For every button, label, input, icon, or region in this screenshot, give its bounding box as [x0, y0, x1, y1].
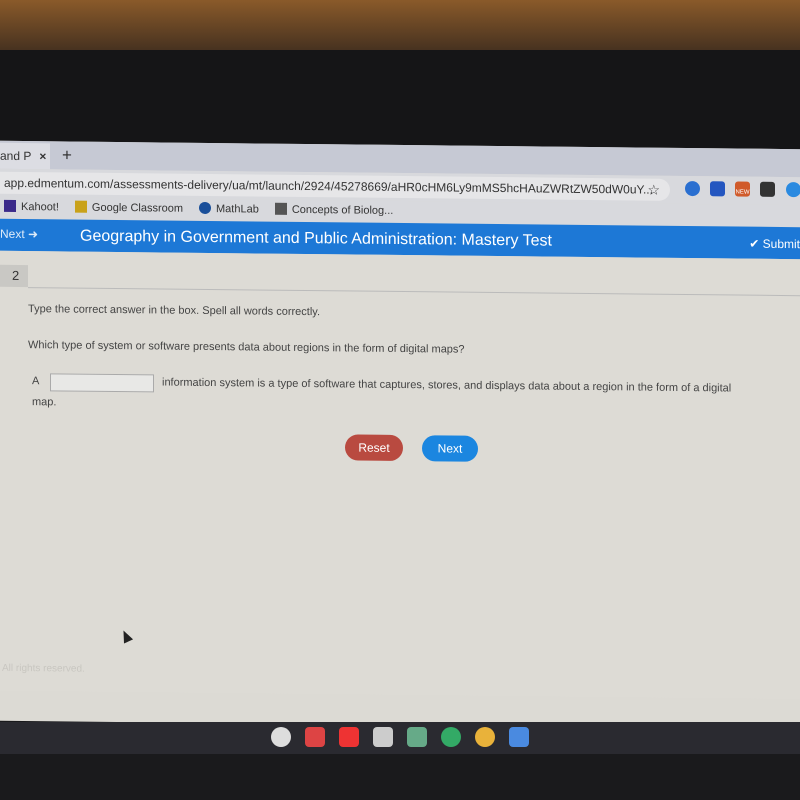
- gmail-icon[interactable]: [305, 727, 325, 747]
- mathlab-icon: [199, 201, 212, 215]
- extension-c-icon[interactable]: [710, 181, 725, 197]
- check-icon: ✔: [749, 236, 760, 251]
- files-icon[interactable]: [373, 727, 393, 747]
- answer-input[interactable]: [50, 373, 154, 393]
- sentence-end: information system is a type of software…: [162, 376, 732, 395]
- laptop-bezel: [0, 50, 800, 150]
- sentence-wrap: map.: [32, 396, 57, 409]
- footer-copyright: All rights reserved.: [2, 662, 85, 675]
- book-icon: [274, 202, 287, 215]
- chrome-icon[interactable]: [475, 727, 495, 747]
- address-bar[interactable]: app.edmentum.com/assessments-delivery/ua…: [0, 171, 670, 201]
- docs-icon[interactable]: [509, 727, 529, 747]
- bookmark-star-icon[interactable]: ☆: [647, 182, 660, 199]
- bookmark-label: Google Classroom: [91, 201, 184, 215]
- url-text: app.edmentum.com/assessments-delivery/ua…: [4, 175, 653, 197]
- next-label: Next: [0, 226, 25, 242]
- classroom-icon: [74, 200, 87, 213]
- arrow-right-icon: ➜: [28, 227, 39, 242]
- submit-button[interactable]: ✔ Submit: [749, 237, 800, 252]
- header-next-button[interactable]: Next ➜: [0, 227, 38, 241]
- question-prompt: Which type of system or software present…: [28, 339, 465, 356]
- youtube-icon[interactable]: [339, 727, 359, 747]
- browser-tab[interactable]: and P ×: [0, 142, 50, 170]
- new-tab-button[interactable]: +: [62, 145, 72, 165]
- reset-button[interactable]: Reset: [345, 434, 403, 462]
- extension-icon[interactable]: [685, 180, 700, 197]
- bookmark-mathlab[interactable]: MathLab: [199, 201, 259, 219]
- question-number[interactable]: 2: [0, 264, 28, 288]
- divider: [28, 287, 800, 297]
- bookmark-google-classroom[interactable]: Google Classroom: [74, 200, 184, 218]
- screen: and P × + app.edmentum.com/assessments-de…: [0, 140, 800, 730]
- extension-person-icon[interactable]: [760, 181, 775, 197]
- bookmark-kahoot[interactable]: Kahoot!: [4, 199, 59, 217]
- kahoot-icon: [4, 199, 16, 212]
- bookmark-label: Concepts of Biolog...: [291, 203, 394, 217]
- tab-title: and P: [0, 148, 32, 164]
- taskbar: [0, 722, 800, 754]
- instruction-text: Type the correct answer in the box. Spel…: [28, 303, 321, 319]
- bookmark-label: MathLab: [216, 203, 259, 216]
- next-button[interactable]: Next: [422, 435, 478, 462]
- sentence-start: A: [32, 375, 40, 388]
- bookmark-concepts-biology[interactable]: Concepts of Biolog...: [274, 202, 394, 220]
- page-title: Geography in Government and Public Admin…: [80, 227, 552, 250]
- camera-app-icon[interactable]: [271, 727, 291, 747]
- play-store-icon[interactable]: [441, 727, 461, 747]
- bookmark-label: Kahoot!: [21, 201, 59, 214]
- profile-icon[interactable]: [786, 182, 800, 198]
- classroom-app-icon[interactable]: [407, 727, 427, 747]
- extension-new-icon[interactable]: NEW: [735, 181, 750, 197]
- close-tab-icon[interactable]: ×: [39, 149, 46, 163]
- submit-label: Submit: [762, 236, 800, 252]
